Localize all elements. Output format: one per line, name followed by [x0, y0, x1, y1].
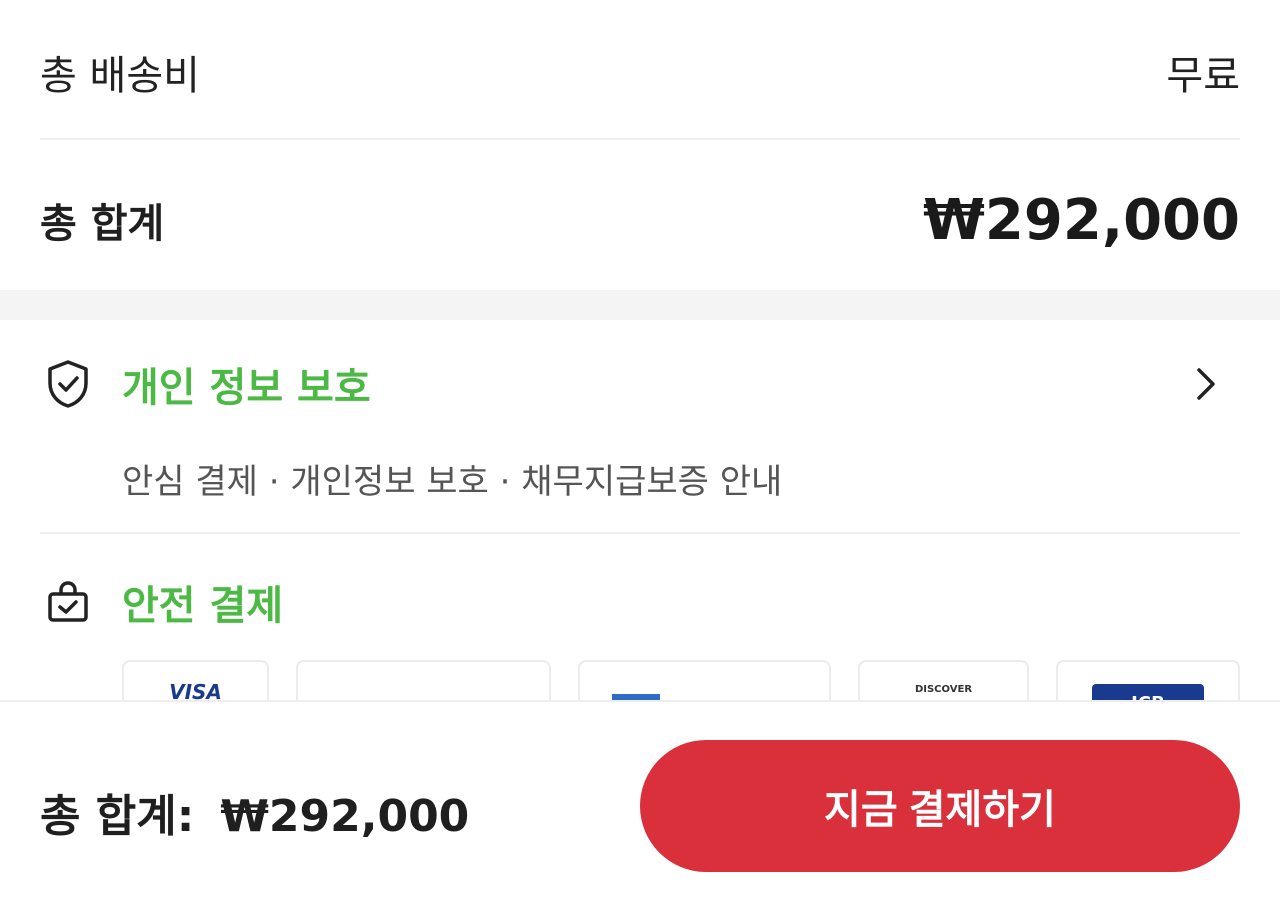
total-amount: ₩292,000 [923, 187, 1240, 253]
shipping-row: 총 배송비 무료 [40, 40, 1240, 104]
shipping-value: 무료 [1166, 53, 1240, 99]
card-logo-amex [578, 660, 831, 700]
jcb-logo: JCB [1092, 684, 1204, 700]
privacy-description: 안심 결제 · 개인정보 보호 · 채무지급보증 안내 [122, 462, 783, 502]
bottom-total-amount: ₩292,000 [220, 791, 470, 842]
card-logo-mastercard [296, 660, 551, 700]
card-logo-discover: DISCOVER [858, 660, 1029, 700]
privacy-section-header[interactable]: 개인 정보 보호 [40, 352, 1240, 416]
section-separator [0, 290, 1280, 320]
card-logo-jcb: JCB [1056, 660, 1240, 700]
privacy-title: 개인 정보 보호 [122, 365, 371, 411]
divider [40, 532, 1240, 534]
shipping-label: 총 배송비 [40, 53, 200, 99]
chevron-right-icon[interactable] [1186, 362, 1226, 406]
total-row: 총 합계 ₩292,000 [40, 180, 1240, 260]
card-logo-visa: VISA [122, 660, 269, 700]
discover-logo: DISCOVER [914, 684, 973, 695]
total-label: 총 합계 [40, 201, 165, 247]
divider [40, 138, 1240, 140]
safe-payment-title: 안전 결제 [122, 583, 284, 629]
bag-check-icon [40, 574, 96, 630]
shield-check-icon [40, 356, 96, 412]
card-logos: VISA DISCOVER JCB [122, 660, 1240, 700]
bottom-total-label: 총 합계: [40, 791, 195, 842]
visa-logo: VISA [169, 680, 222, 700]
pay-now-button[interactable]: 지금 결제하기 [640, 740, 1240, 872]
safe-payment-section-header: 안전 결제 [40, 570, 1240, 634]
bottom-total: 총 합계: ₩292,000 [40, 780, 469, 844]
